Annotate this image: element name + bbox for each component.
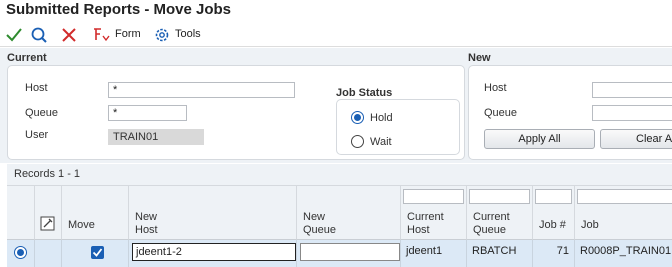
col-current-host-label: Current Host bbox=[407, 211, 444, 236]
col-job-number-header[interactable]: Job # bbox=[533, 186, 575, 240]
col-current-queue-label: Current Queue bbox=[473, 211, 510, 236]
search-icon[interactable] bbox=[30, 26, 48, 44]
jobs-grid: Move New Host New Queue Current Host Cur… bbox=[7, 186, 672, 267]
row-job-number: 71 bbox=[533, 240, 575, 267]
current-queue-input[interactable]: * bbox=[108, 105, 187, 121]
col-new-queue-label: New Queue bbox=[303, 211, 337, 236]
new-queue-label: Queue bbox=[484, 107, 518, 119]
radio-hold-label: Hold bbox=[370, 111, 393, 124]
filter-current-queue[interactable] bbox=[469, 189, 530, 204]
filter-job-number[interactable] bbox=[535, 189, 572, 204]
current-queue-label: Queue bbox=[25, 107, 59, 119]
row-current-queue: RBATCH bbox=[467, 240, 533, 267]
new-queue-input[interactable] bbox=[592, 105, 672, 121]
filter-job[interactable] bbox=[577, 189, 672, 204]
current-host-input[interactable]: * bbox=[108, 82, 295, 98]
row-select-cell[interactable] bbox=[7, 240, 35, 267]
new-section-title: New bbox=[468, 52, 491, 64]
job-status-title: Job Status bbox=[336, 87, 393, 99]
col-new-queue-header[interactable]: New Queue bbox=[297, 186, 401, 240]
apply-all-button[interactable]: Apply All bbox=[484, 129, 595, 149]
row-new-queue-input[interactable] bbox=[300, 243, 400, 261]
window-title: Submitted Reports - Move Jobs bbox=[6, 1, 232, 18]
radio-hold[interactable]: Hold bbox=[351, 111, 393, 124]
filter-current-host[interactable] bbox=[403, 189, 464, 204]
row-new-host-cell[interactable]: jdeent1-2 bbox=[129, 240, 297, 267]
row-select-radio[interactable] bbox=[14, 246, 27, 259]
row-current-host: jdeent1 bbox=[401, 240, 467, 267]
col-select-header bbox=[7, 186, 35, 240]
current-host-label: Host bbox=[25, 82, 48, 94]
new-host-label: Host bbox=[484, 82, 507, 94]
current-user-label: User bbox=[25, 129, 49, 141]
gear-icon[interactable] bbox=[153, 26, 171, 44]
col-current-host-header[interactable]: Current Host bbox=[401, 186, 467, 240]
row-new-queue-cell[interactable] bbox=[297, 240, 401, 267]
row-new-host-input[interactable]: jdeent1-2 bbox=[132, 243, 296, 261]
row-job: R0008P_TRAIN01 bbox=[580, 245, 672, 257]
col-attach-header bbox=[35, 186, 62, 240]
current-user-field: TRAIN01 bbox=[108, 129, 204, 145]
table-row[interactable]: jdeent1-2 jdeent1 RBATCH 71 R0008P_TRAIN… bbox=[7, 240, 672, 267]
tools-menu[interactable]: Tools bbox=[175, 28, 201, 40]
col-move-header[interactable]: Move bbox=[62, 186, 129, 240]
clear-all-button[interactable]: Clear A bbox=[600, 129, 672, 149]
radio-wait[interactable]: Wait bbox=[351, 135, 392, 148]
checkmark-icon[interactable] bbox=[5, 26, 23, 44]
col-current-queue-header[interactable]: Current Queue bbox=[467, 186, 533, 240]
row-move-checkbox[interactable] bbox=[91, 246, 104, 259]
col-job-header[interactable]: Job bbox=[575, 186, 672, 240]
toolbar: Form Tools bbox=[0, 23, 672, 47]
col-job-label: Job bbox=[581, 219, 599, 231]
form-menu[interactable]: Form bbox=[115, 28, 141, 40]
radio-wait-label: Wait bbox=[370, 135, 392, 148]
col-new-host-label: New Host bbox=[135, 211, 158, 236]
radio-hold-button[interactable] bbox=[351, 111, 364, 124]
radio-wait-button[interactable] bbox=[351, 135, 364, 148]
col-new-host-header[interactable]: New Host bbox=[129, 186, 297, 240]
attachment-icon[interactable] bbox=[40, 216, 56, 236]
close-icon[interactable] bbox=[60, 26, 78, 44]
col-job-number-label: Job # bbox=[539, 219, 566, 231]
form-menu-icon[interactable] bbox=[92, 26, 110, 44]
row-move-cell[interactable] bbox=[62, 240, 129, 267]
new-host-input[interactable] bbox=[592, 82, 672, 98]
col-move-label: Move bbox=[68, 219, 95, 231]
current-section-title: Current bbox=[7, 52, 47, 64]
row-attach-cell bbox=[35, 240, 62, 267]
records-count: Records 1 - 1 bbox=[7, 164, 672, 186]
